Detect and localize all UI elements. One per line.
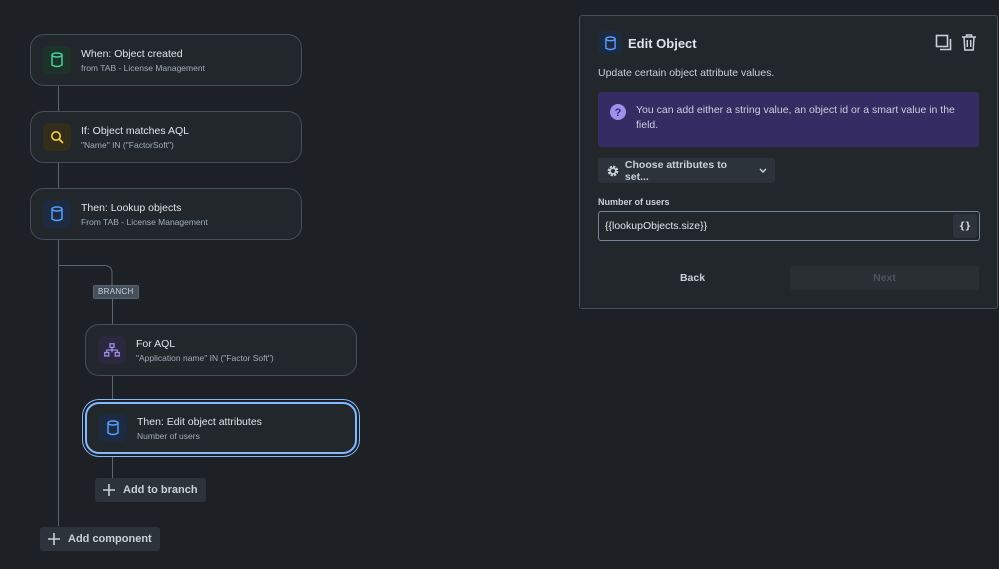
- database-icon: [43, 46, 71, 74]
- choose-attributes-dropdown[interactable]: Choose attributes to set...: [598, 158, 775, 183]
- delete-button[interactable]: [959, 32, 979, 52]
- back-button[interactable]: Back: [598, 266, 787, 290]
- add-component-button[interactable]: Add component: [40, 527, 160, 551]
- duplicate-button[interactable]: [933, 32, 953, 52]
- branch-card[interactable]: For AQL "Application name" IN ("Factor S…: [85, 324, 357, 376]
- database-icon: [99, 414, 127, 442]
- info-text: You can add either a string value, an ob…: [636, 104, 955, 131]
- database-icon: [43, 200, 71, 228]
- trash-icon: [962, 34, 976, 51]
- card-title: Then: Edit object attributes: [137, 415, 262, 428]
- panel-header: Edit Object: [598, 31, 697, 55]
- plus-icon: [48, 533, 60, 545]
- branch-line: [112, 376, 113, 401]
- card-subtitle: From TAB - License Management: [81, 216, 208, 227]
- database-icon: [598, 31, 622, 55]
- chevron-down-icon: [759, 167, 767, 173]
- number-of-users-field: {}: [598, 211, 980, 241]
- field-label: Number of users: [598, 197, 670, 207]
- branch-connector: [58, 265, 104, 266]
- hierarchy-icon: [98, 336, 126, 364]
- card-subtitle: from TAB - License Management: [81, 62, 205, 73]
- panel-description: Update certain object attribute values.: [598, 67, 775, 79]
- action-card[interactable]: Then: Lookup objects From TAB - License …: [30, 188, 302, 240]
- choose-attributes-label: Choose attributes to set...: [624, 158, 727, 183]
- next-button[interactable]: Next: [790, 266, 979, 290]
- search-icon: [43, 123, 71, 151]
- branch-line: [112, 455, 113, 479]
- card-title: For AQL: [136, 337, 176, 350]
- smart-value-button[interactable]: {}: [953, 214, 977, 238]
- gear-icon: [607, 165, 619, 176]
- trigger-card[interactable]: When: Object created from TAB - License …: [30, 34, 302, 86]
- branch-tag: BRANCH: [93, 285, 139, 299]
- card-title: When: Object created: [81, 47, 183, 60]
- add-to-branch-button[interactable]: Add to branch: [95, 478, 206, 502]
- edit-object-panel: Edit Object Update certain object attrib…: [579, 15, 998, 309]
- panel-actions: [933, 32, 979, 52]
- branch-line: [112, 299, 113, 324]
- panel-title: Edit Object: [628, 35, 697, 51]
- question-icon: ?: [610, 104, 626, 120]
- condition-card[interactable]: If: Object matches AQL "Name" IN ("Facto…: [30, 111, 302, 163]
- info-message: ? You can add either a string value, an …: [598, 92, 979, 147]
- plus-icon: [103, 484, 115, 496]
- add-component-label: Add component: [68, 533, 152, 545]
- copy-icon: [935, 34, 951, 50]
- card-subtitle: Number of users: [137, 430, 200, 441]
- number-of-users-input[interactable]: [599, 212, 953, 240]
- edit-attributes-card[interactable]: Then: Edit object attributes Number of u…: [85, 402, 357, 454]
- branch-curve: [103, 265, 113, 285]
- card-title: Then: Lookup objects: [81, 201, 182, 214]
- add-to-branch-label: Add to branch: [123, 484, 198, 496]
- card-title: If: Object matches AQL: [81, 124, 189, 137]
- svg-text:?: ?: [615, 107, 622, 119]
- card-subtitle: "Name" IN ("FactorSoft"): [81, 139, 174, 150]
- card-subtitle: "Application name" IN ("Factor Soft"): [136, 352, 274, 363]
